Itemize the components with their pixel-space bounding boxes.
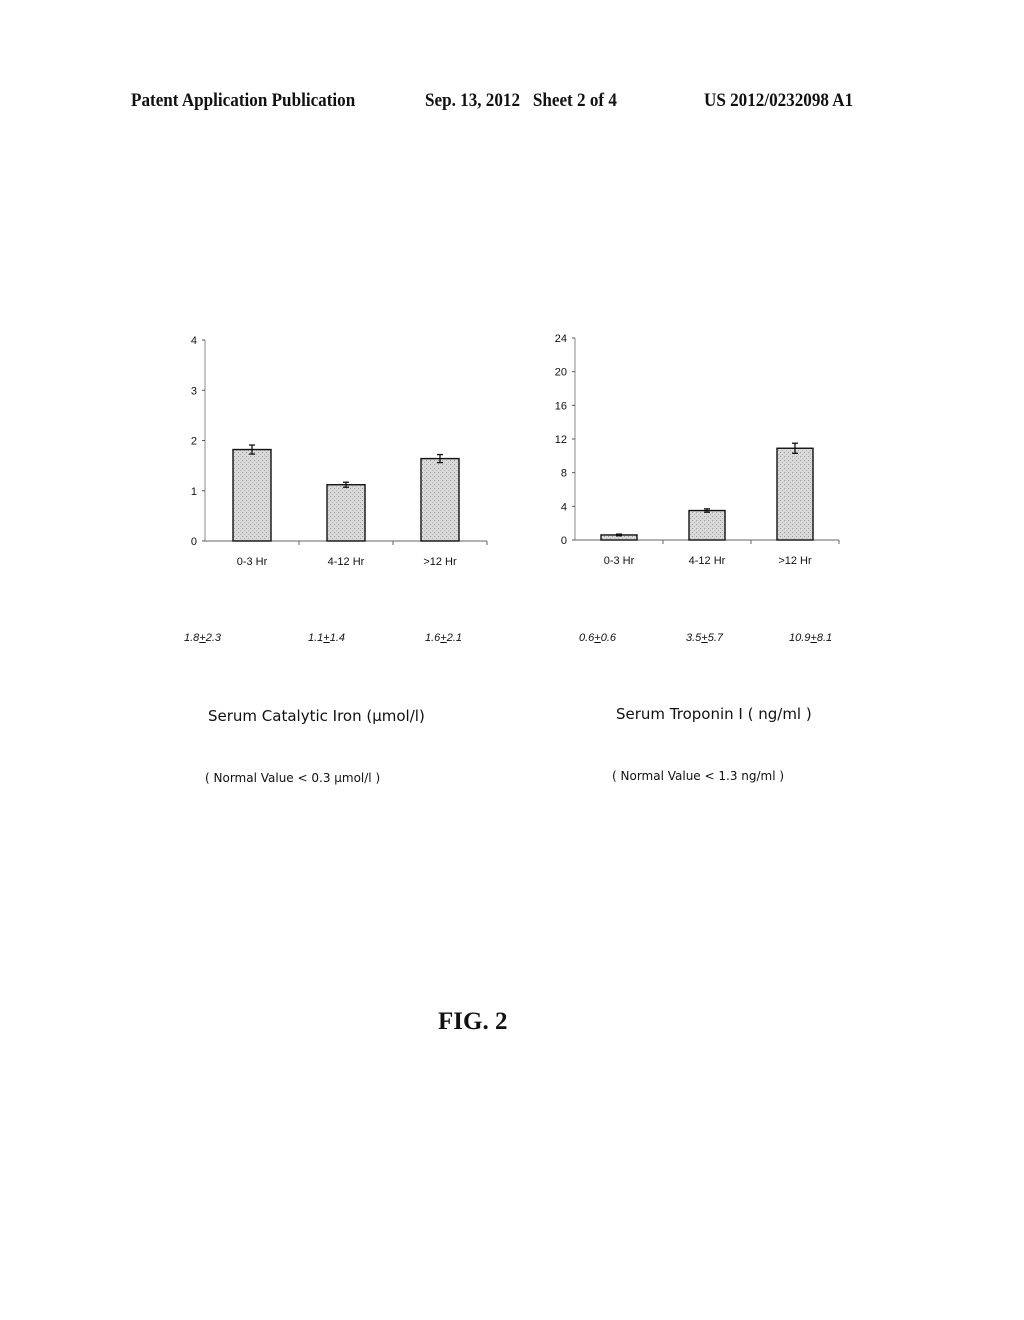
iron-category-label: 0-3 Hr [237, 556, 268, 568]
trop-category-label: 0-3 Hr [604, 555, 635, 567]
stat-iron-4-12: 1.1+1.4 [308, 632, 346, 644]
trop-ytick-label: 4 [561, 501, 567, 513]
iron-ytick-label: 0 [191, 536, 197, 548]
header-patent-number: US 2012/0232098 A1 [704, 90, 854, 111]
iron-ytick-label: 1 [191, 486, 197, 498]
trop-category-label: 4-12 Hr [689, 555, 726, 567]
iron-ytick-label: 3 [191, 385, 197, 397]
trop-ytick-label: 8 [561, 468, 567, 480]
trop-ytick-label: 0 [561, 535, 567, 547]
stat-trop-0-3: 0.6+0.6 [579, 632, 617, 644]
trop-ytick-label: 16 [555, 400, 567, 412]
header-date-sheet: Sep. 13, 2012 Sheet 2 of 4 [425, 90, 617, 111]
chart-serum-catalytic-iron: 0 1 2 3 4 0-3 Hr 4-12 Hr >12 Hr [191, 335, 488, 568]
stat-trop-12plus: 10.9+8.1 [789, 632, 833, 644]
iron-ytick-label: 4 [191, 335, 197, 347]
trop-ytick-label: 24 [555, 333, 567, 345]
iron-category-label: >12 Hr [423, 556, 457, 568]
iron-ytick-label: 2 [191, 436, 197, 448]
iron-bar [232, 448, 272, 542]
trop-category-label: >12 Hr [778, 555, 812, 567]
iron-category-label: 4-12 Hr [328, 556, 365, 568]
trop-bar [776, 447, 814, 541]
trop-ytick-label: 20 [555, 367, 567, 379]
trop-bar [688, 509, 726, 541]
chart-title-iron: Serum Catalytic Iron (µmol/l) [208, 707, 425, 725]
iron-bar [420, 457, 460, 542]
normal-value-iron: ( Normal Value < 0.3 µmol/l ) [205, 771, 381, 785]
stat-iron-12plus: 1.6+2.1 [425, 632, 463, 644]
normal-value-troponin: ( Normal Value < 1.3 ng/ml ) [612, 769, 785, 783]
stat-trop-4-12: 3.5+5.7 [686, 632, 724, 644]
iron-bar [326, 484, 366, 542]
trop-ytick-label: 12 [555, 434, 567, 446]
chart-title-troponin: Serum Troponin I ( ng/ml ) [616, 705, 812, 723]
header-publication: Patent Application Publication [131, 90, 356, 111]
figure-label: FIG. 2 [438, 1008, 508, 1035]
chart-serum-troponin: 0 4 8 12 16 20 24 0-3 Hr 4-12 Hr >12 Hr [555, 333, 840, 567]
stat-iron-0-3: 1.8+2.3 [184, 632, 222, 644]
